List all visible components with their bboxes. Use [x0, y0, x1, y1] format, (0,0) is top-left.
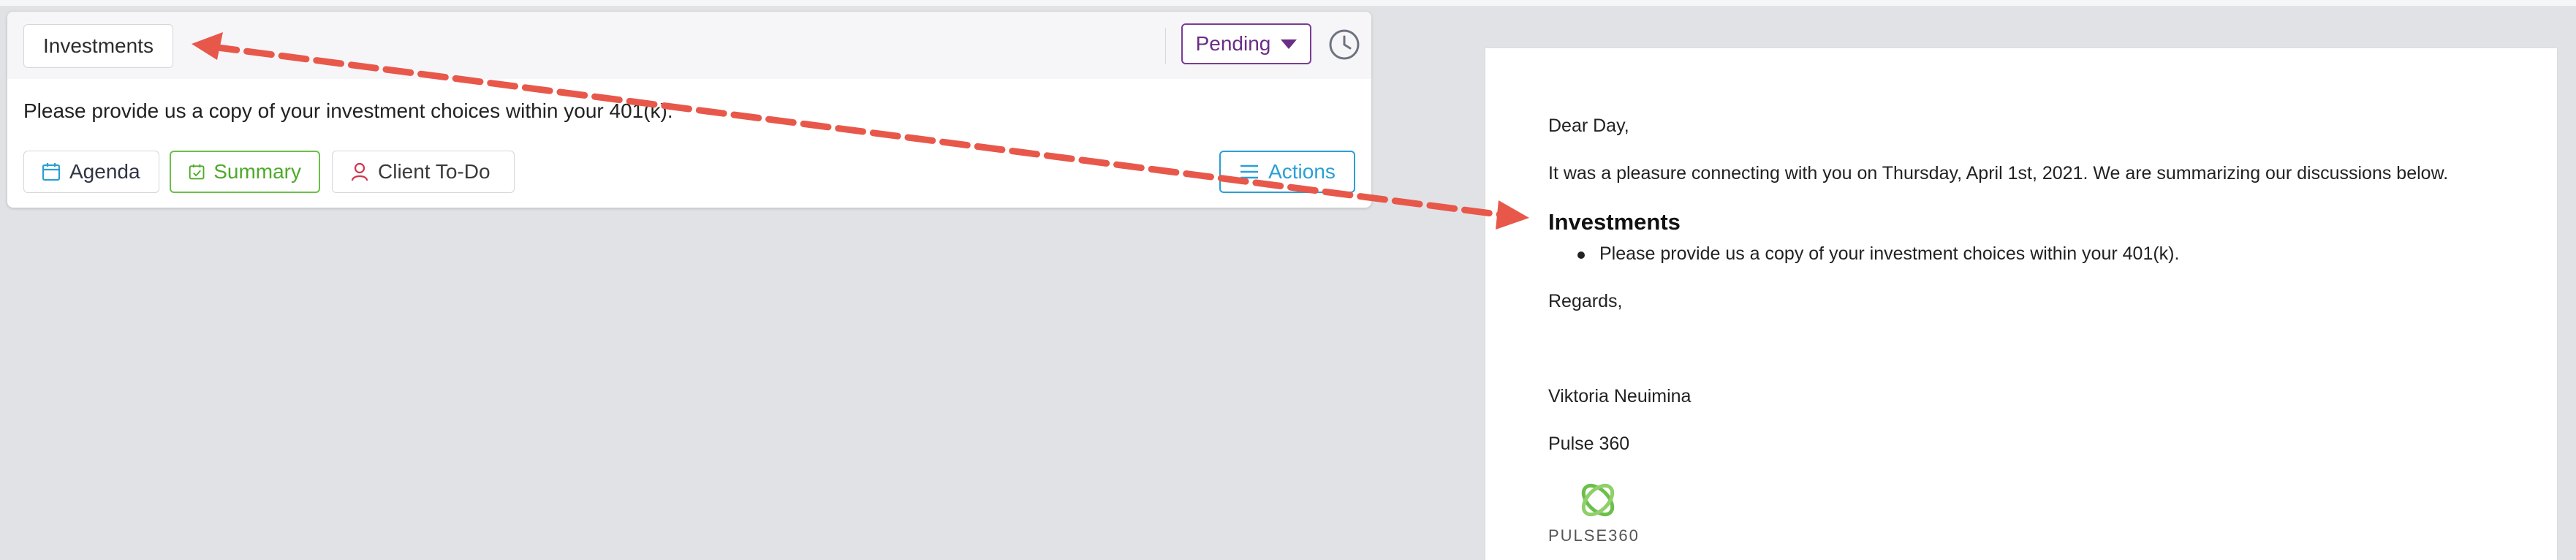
- check-calendar-icon: [189, 164, 205, 180]
- caret-down-icon: [1281, 39, 1298, 49]
- status-dropdown[interactable]: Pending: [1181, 23, 1311, 64]
- top-strip: [0, 0, 2576, 6]
- actions-label: Actions: [1268, 160, 1336, 183]
- bullet-dot: [1577, 251, 1585, 259]
- summary-button[interactable]: Summary: [170, 151, 320, 193]
- client-todo-button[interactable]: Client To-Do: [332, 151, 515, 193]
- topic-title: Investments: [43, 34, 154, 57]
- agenda-button[interactable]: Agenda: [23, 151, 159, 193]
- topic-description: Please provide us a copy of your investm…: [23, 99, 673, 122]
- client-todo-label: Client To-Do: [378, 160, 490, 183]
- email-intro: It was a pleasure connecting with you on…: [1548, 163, 2449, 183]
- logo-text: PULSE360: [1548, 526, 1640, 545]
- calendar-icon: [42, 163, 61, 181]
- email-section-title: Investments: [1548, 209, 1681, 235]
- summary-label: Summary: [213, 160, 301, 183]
- status-label: Pending: [1195, 32, 1271, 55]
- clock-icon[interactable]: [1327, 28, 1361, 61]
- person-icon: [351, 162, 368, 181]
- discussion-topic-card: Investments Pending Please provide us a …: [7, 12, 1371, 208]
- signature-name: Viktoria Neuimina: [1548, 386, 1692, 406]
- agenda-label: Agenda: [69, 160, 140, 183]
- header-divider: [1165, 28, 1166, 64]
- signature-company: Pulse 360: [1548, 434, 1630, 454]
- email-greeting: Dear Day,: [1548, 116, 1629, 136]
- list-icon: [1240, 164, 1259, 179]
- email-closing: Regards,: [1548, 291, 1623, 311]
- card-header: Investments Pending: [7, 12, 1371, 79]
- email-bullet-item: Please provide us a copy of your investm…: [1599, 243, 2180, 264]
- email-preview: Dear Day, It was a pleasure connecting w…: [1485, 48, 2557, 560]
- actions-button[interactable]: Actions: [1219, 151, 1355, 193]
- topic-title-tag[interactable]: Investments: [23, 24, 173, 68]
